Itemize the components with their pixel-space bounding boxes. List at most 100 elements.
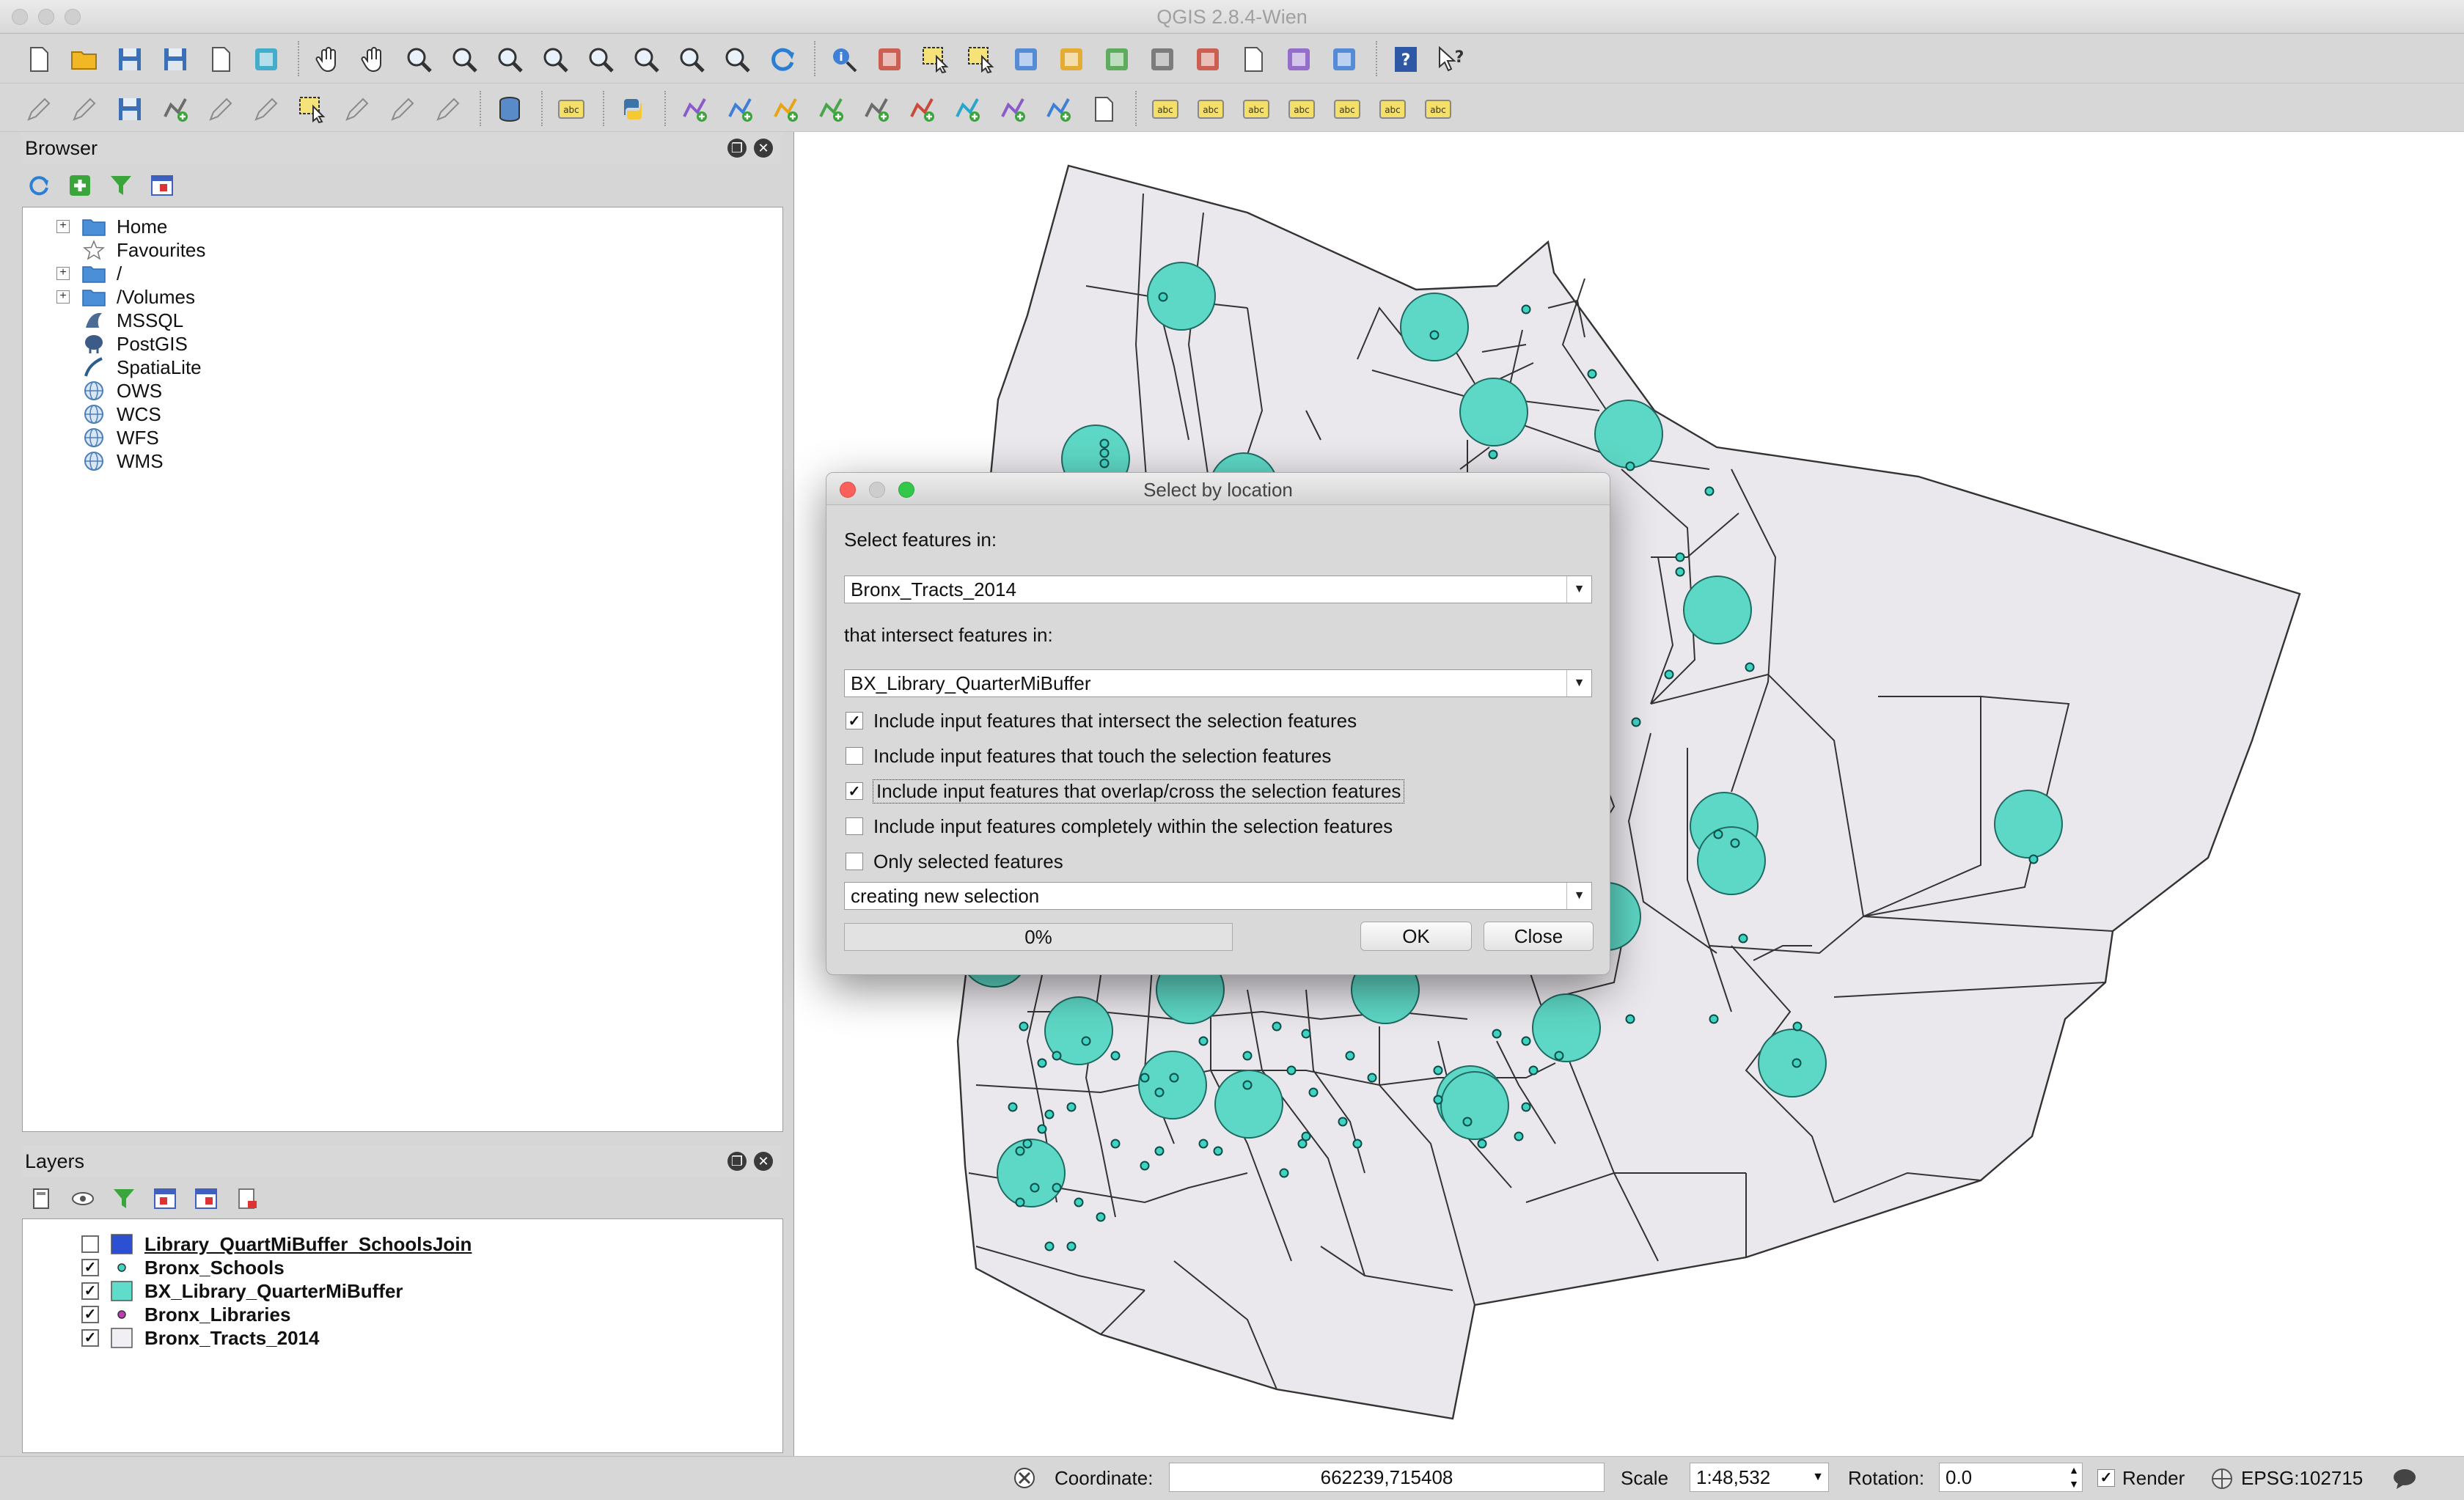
browser-item[interactable]: Favourites [23, 238, 205, 262]
add-raster-layer-icon[interactable] [723, 92, 757, 126]
pan-to-selection-icon[interactable] [356, 43, 390, 76]
collapse-all-icon[interactable] [150, 173, 175, 203]
pin-labels-icon[interactable]: abc [1239, 92, 1273, 126]
spinner-arrows-icon[interactable]: ▲ ▼ [2069, 1463, 2079, 1491]
add-wcs-layer-icon[interactable] [950, 92, 984, 126]
add-vector-layer-icon[interactable] [678, 92, 711, 126]
refresh-icon[interactable] [766, 43, 799, 76]
layer-item[interactable]: ✓ BX_Library_QuarterMiBuffer [23, 1279, 403, 1303]
refresh-icon[interactable] [26, 173, 51, 203]
crs-globe-icon[interactable] [2210, 1467, 2234, 1496]
scale-combo[interactable]: 1:48,532 ▼ [1690, 1463, 1829, 1492]
option-checkbox[interactable]: ✓ [846, 712, 863, 729]
add-wfs-layer-icon[interactable] [996, 92, 1030, 126]
browser-item[interactable]: OWS [23, 379, 162, 402]
open-layer-styling-icon[interactable] [29, 1186, 54, 1216]
ok-button[interactable]: OK [1360, 922, 1472, 951]
spatial-predicate-option[interactable]: Only selected features [846, 848, 1063, 875]
python-console-icon[interactable] [616, 92, 650, 126]
db-manager-icon[interactable] [493, 92, 527, 126]
layer-visibility-checkbox[interactable]: ✓ [81, 1282, 99, 1300]
zoom-full-icon[interactable] [538, 43, 572, 76]
new-shapefile-icon[interactable] [1087, 92, 1121, 126]
zoom-to-selection-icon[interactable] [584, 43, 617, 76]
zoom-next-icon[interactable] [720, 43, 754, 76]
rotate-label-icon[interactable]: abc [1376, 92, 1409, 126]
eye-visibility-icon[interactable] [70, 1186, 95, 1216]
rotation-field[interactable]: 0.0 ▲ ▼ [1939, 1463, 2083, 1492]
browser-item[interactable]: + / [23, 262, 122, 285]
field-calculator-icon[interactable] [1009, 43, 1043, 76]
browser-item[interactable]: PostGIS [23, 332, 188, 356]
add-spatialite-layer-icon[interactable] [814, 92, 848, 126]
browser-item[interactable]: + Home [23, 215, 167, 238]
label-toolbar-icon[interactable]: abc [1148, 92, 1182, 126]
add-postgis-layer-icon[interactable] [769, 92, 802, 126]
move-feature-icon[interactable] [204, 92, 238, 126]
browser-item[interactable]: + /Volumes [23, 285, 195, 309]
change-label-icon[interactable]: abc [1421, 92, 1455, 126]
text-annotation-icon[interactable] [1327, 43, 1361, 76]
spatial-predicate-option[interactable]: Include input features that touch the se… [846, 743, 1331, 769]
layer-item[interactable]: ✓ Bronx_Libraries [23, 1303, 290, 1326]
intersect-features-in-combo[interactable]: BX_Library_QuarterMiBuffer ▼ [844, 669, 1592, 697]
add-mssql-layer-icon[interactable] [859, 92, 893, 126]
layer-visibility-checkbox[interactable]: ✓ [81, 1259, 99, 1276]
render-checkbox[interactable]: ✓ [2097, 1469, 2115, 1487]
close-panel-icon[interactable]: ✕ [754, 1152, 773, 1171]
cut-features-icon[interactable] [340, 92, 374, 126]
move-label-icon[interactable]: abc [1330, 92, 1364, 126]
save-as-icon[interactable] [158, 43, 192, 76]
add-delimited-text-icon[interactable] [1041, 92, 1075, 126]
crs-label[interactable]: EPSG:102715 [2241, 1467, 2363, 1490]
add-selected-layers-icon[interactable] [67, 173, 92, 203]
remove-layer-icon[interactable] [235, 1186, 260, 1216]
collapse-all-icon[interactable] [194, 1186, 219, 1216]
attribute-table-icon[interactable] [1055, 43, 1088, 76]
layer-visibility-checkbox[interactable] [81, 1235, 99, 1253]
delete-selected-icon[interactable] [295, 92, 329, 126]
option-checkbox[interactable]: ✓ [846, 782, 863, 800]
pan-icon[interactable] [311, 43, 345, 76]
filter-icon[interactable] [109, 173, 133, 203]
deselect-icon[interactable] [964, 43, 997, 76]
add-wms-layer-icon[interactable] [905, 92, 939, 126]
messages-icon[interactable] [2392, 1467, 2419, 1496]
select-features-icon[interactable] [918, 43, 952, 76]
option-checkbox[interactable] [846, 747, 863, 765]
zoom-out-icon[interactable] [447, 43, 481, 76]
zoom-to-layer-icon[interactable] [629, 43, 663, 76]
identify-icon[interactable]: i [827, 43, 861, 76]
bookmark-new-icon[interactable] [1236, 43, 1270, 76]
float-panel-icon[interactable]: ❐ [727, 1152, 747, 1171]
browser-item[interactable]: WFS [23, 426, 159, 449]
layer-item[interactable]: ✓ Bronx_Tracts_2014 [23, 1326, 319, 1350]
browser-item[interactable]: SpatiaLite [23, 356, 202, 379]
spatial-predicate-option[interactable]: ✓ Include input features that intersect t… [846, 707, 1357, 734]
bookmarks-icon[interactable] [1282, 43, 1316, 76]
expand-icon[interactable]: + [56, 267, 70, 280]
measure-icon[interactable] [1145, 43, 1179, 76]
expand-icon[interactable]: + [56, 220, 70, 233]
select-features-in-combo[interactable]: Bronx_Tracts_2014 ▼ [844, 576, 1592, 603]
node-tool-icon[interactable] [249, 92, 283, 126]
browser-item[interactable]: WCS [23, 402, 161, 426]
browser-item[interactable]: MSSQL [23, 309, 183, 332]
show-hide-labels-icon[interactable]: abc [1285, 92, 1319, 126]
paste-features-icon[interactable] [431, 92, 465, 126]
layer-visibility-checkbox[interactable]: ✓ [81, 1329, 99, 1347]
help-icon[interactable]: ? [1389, 43, 1423, 76]
expand-icon[interactable]: + [56, 290, 70, 304]
option-checkbox[interactable] [846, 853, 863, 870]
messages-toggle-icon[interactable] [1012, 1466, 1037, 1496]
composer-manager-icon[interactable] [249, 43, 283, 76]
save-project-icon[interactable] [113, 43, 147, 76]
run-action-icon[interactable] [873, 43, 906, 76]
statistics-icon[interactable] [1100, 43, 1134, 76]
filter-legend-icon[interactable] [111, 1186, 136, 1216]
copy-features-icon[interactable] [386, 92, 419, 126]
new-project-icon[interactable] [22, 43, 56, 76]
spatial-predicate-option[interactable]: Include input features completely within… [846, 813, 1393, 839]
close-panel-icon[interactable]: ✕ [754, 139, 773, 158]
toggle-editing-icon[interactable] [67, 92, 101, 126]
